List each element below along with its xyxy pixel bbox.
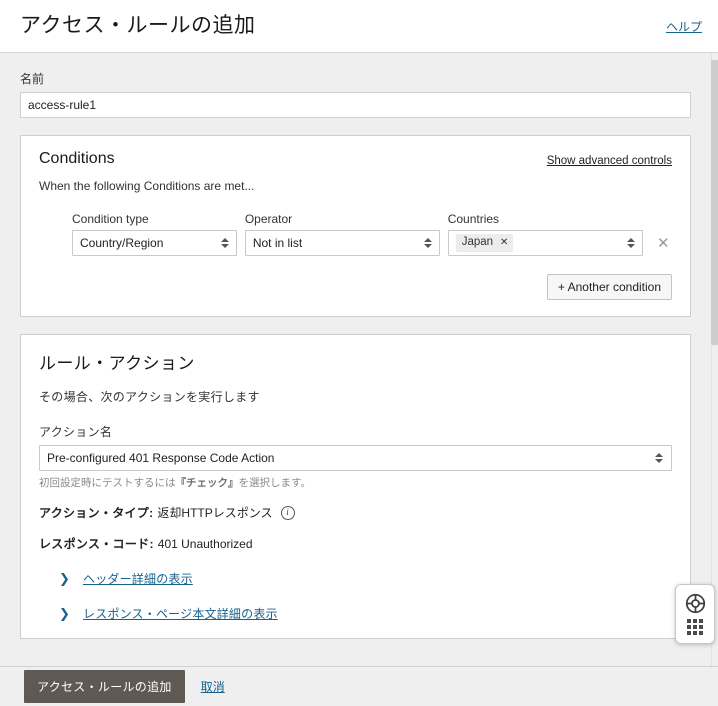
rule-name-input[interactable] (20, 92, 691, 118)
action-hint-suffix: を選択します。 (239, 477, 311, 489)
action-type-label: アクション・タイプ: (39, 504, 153, 521)
remove-country-icon[interactable]: ✕ (500, 237, 508, 249)
condition-type-group: Condition type Country/Region (72, 212, 237, 256)
chevron-updown-icon (424, 236, 433, 250)
scrollbar-thumb[interactable] (711, 60, 718, 345)
action-name-label: アクション名 (39, 423, 672, 440)
support-widget[interactable] (675, 584, 715, 644)
vertical-scrollbar[interactable] (711, 54, 718, 666)
chevron-updown-icon (627, 236, 636, 250)
conditions-card: Conditions Show advanced controls When t… (20, 135, 691, 317)
show-header-details-link[interactable]: ヘッダー詳細の表示 (83, 570, 193, 587)
show-response-body-details-link[interactable]: レスポンス・ページ本文詳細の表示 (83, 605, 278, 622)
page-title: アクセス・ルールの追加 (20, 13, 255, 38)
lifebuoy-icon (685, 593, 706, 614)
operator-label: Operator (245, 212, 440, 226)
name-label: 名前 (20, 70, 691, 87)
rule-action-title: ルール・アクション (39, 349, 672, 374)
conditions-title: Conditions (39, 150, 115, 168)
chevron-right-icon: ❯ (59, 606, 75, 622)
rule-action-card: ルール・アクション その場合、次のアクションを実行します アクション名 Pre-… (20, 334, 691, 639)
operator-value: Not in list (253, 236, 302, 250)
action-name-select[interactable]: Pre-configured 401 Response Code Action (39, 445, 672, 471)
condition-type-label: Condition type (72, 212, 237, 226)
country-chip-label: Japan (462, 236, 493, 250)
chevron-right-icon: ❯ (59, 571, 75, 587)
action-hint: 初回設定時にテストするには『チェック』を選択します。 (39, 475, 672, 490)
operator-select[interactable]: Not in list (245, 230, 440, 256)
condition-type-value: Country/Region (80, 236, 163, 250)
action-name-value: Pre-configured 401 Response Code Action (47, 451, 274, 465)
help-link[interactable]: ヘルプ (666, 18, 702, 35)
info-icon[interactable]: i (281, 506, 295, 520)
conditions-card-header: Conditions Show advanced controls (39, 150, 672, 168)
grid-dots-icon (687, 619, 703, 635)
action-hint-prefix: 初回設定時にテストするには (39, 477, 176, 489)
add-condition-row: + Another condition (39, 274, 672, 300)
condition-row: Condition type Country/Region Operator N… (39, 212, 672, 256)
condition-type-select[interactable]: Country/Region (72, 230, 237, 256)
show-advanced-controls-link[interactable]: Show advanced controls (547, 150, 672, 167)
page-footer: アクセス・ルールの追加 取消 (0, 666, 718, 706)
conditions-subtitle: When the following Conditions are met... (39, 179, 672, 193)
countries-group: Countries Japan ✕ (448, 212, 643, 256)
action-type-value: 返却HTTPレスポンス (157, 504, 272, 521)
action-type-row: アクション・タイプ: 返却HTTPレスポンス i (39, 504, 672, 521)
chevron-updown-icon (654, 451, 663, 465)
add-another-condition-button[interactable]: + Another condition (547, 274, 672, 300)
show-response-body-details-row[interactable]: ❯ レスポンス・ページ本文詳細の表示 (39, 605, 672, 622)
response-code-value: 401 Unauthorized (158, 537, 253, 551)
form-body: 名前 Conditions Show advanced controls Whe… (0, 54, 711, 666)
name-field-group: 名前 (20, 70, 691, 118)
countries-label: Countries (448, 212, 643, 226)
action-hint-bold: 『チェック』 (176, 477, 239, 489)
countries-select[interactable]: Japan ✕ (448, 230, 643, 256)
rule-action-subtitle: その場合、次のアクションを実行します (39, 388, 672, 405)
country-chip: Japan ✕ (456, 234, 514, 252)
chevron-updown-icon (221, 236, 230, 250)
show-header-details-row[interactable]: ❯ ヘッダー詳細の表示 (39, 570, 672, 587)
operator-group: Operator Not in list (245, 212, 440, 256)
page-header: アクセス・ルールの追加 ヘルプ (0, 0, 718, 53)
cancel-link[interactable]: 取消 (201, 678, 225, 695)
delete-condition-icon[interactable]: ✕ (655, 230, 672, 256)
response-code-label: レスポンス・コード: (39, 535, 154, 552)
submit-add-access-rule-button[interactable]: アクセス・ルールの追加 (24, 670, 185, 703)
add-access-rule-page: アクセス・ルールの追加 ヘルプ 名前 Conditions Show advan… (0, 0, 718, 706)
response-code-row: レスポンス・コード: 401 Unauthorized (39, 535, 672, 552)
